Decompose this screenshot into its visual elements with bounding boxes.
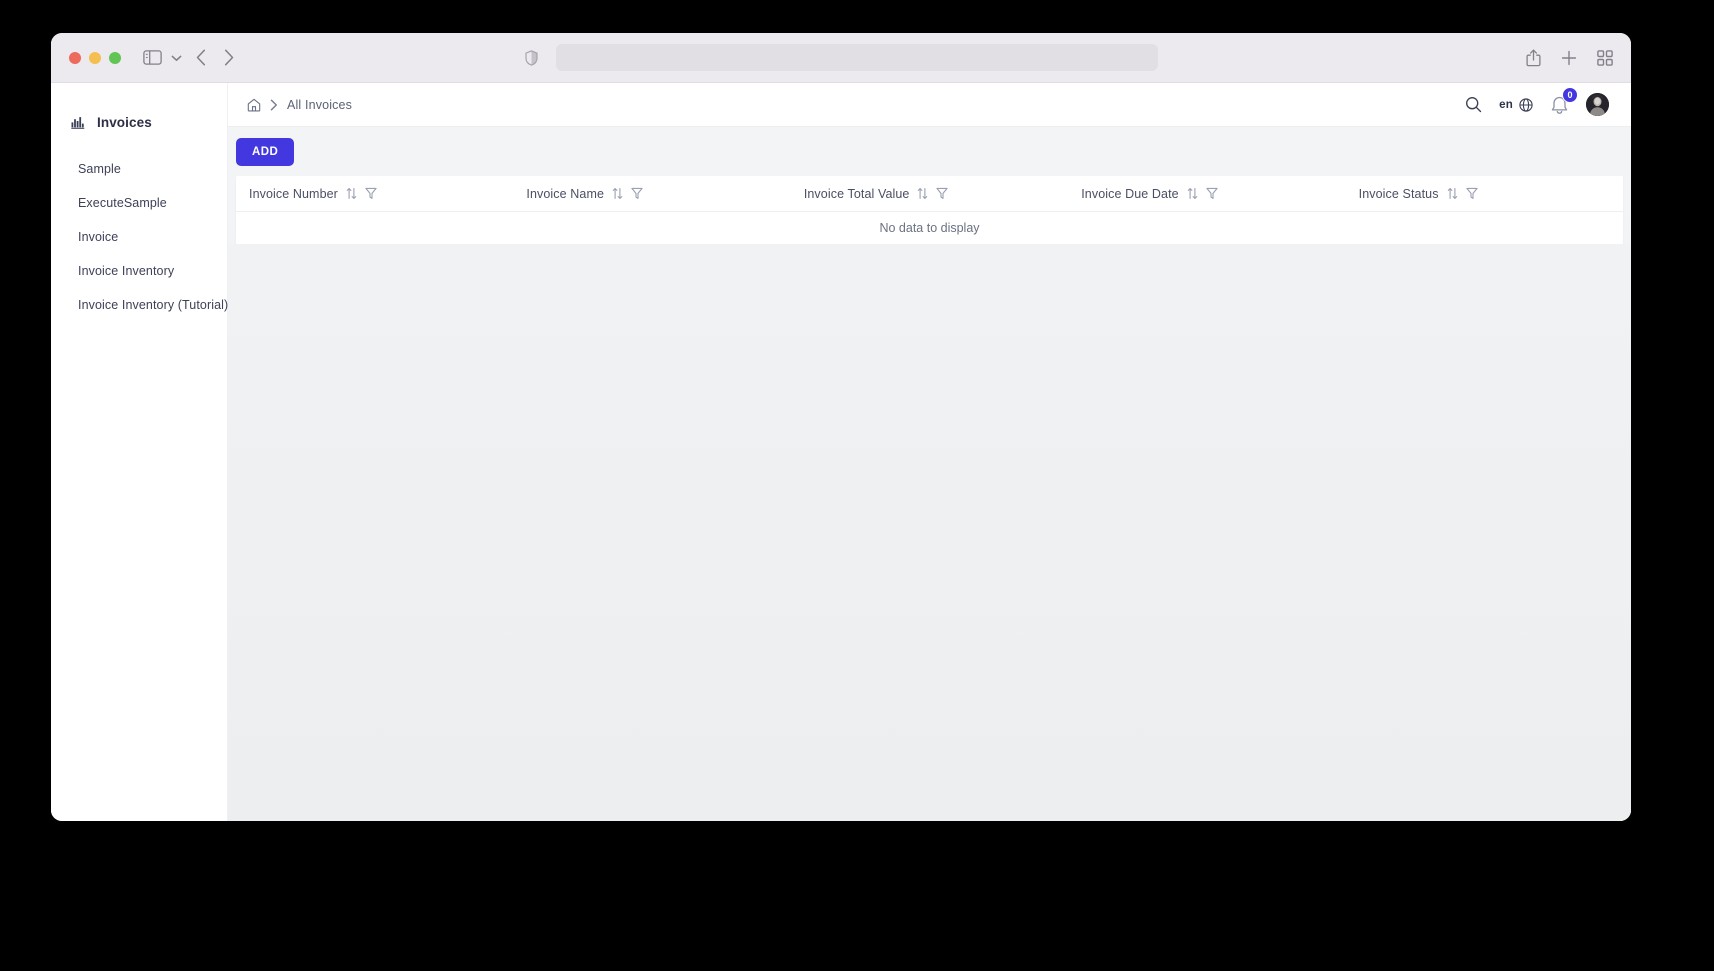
sort-icon[interactable] bbox=[917, 187, 928, 200]
filter-icon[interactable] bbox=[365, 187, 377, 200]
filter-icon[interactable] bbox=[936, 187, 949, 200]
sidebar-toggle-icon[interactable] bbox=[143, 50, 162, 65]
app-main: All Invoices en 0 ADD Invoice Number Inv… bbox=[228, 83, 1631, 821]
sort-icon[interactable] bbox=[1187, 187, 1198, 200]
column-header-invoice-due-date: Invoice Due Date bbox=[1068, 187, 1345, 201]
sidebar-items: Sample ExecuteSample Invoice Invoice Inv… bbox=[51, 152, 228, 322]
column-header-invoice-total-value: Invoice Total Value bbox=[791, 187, 1068, 201]
bar-chart-icon bbox=[71, 116, 86, 129]
table-body-empty-area bbox=[228, 244, 1631, 821]
chevron-down-icon[interactable] bbox=[171, 54, 182, 62]
column-label: Invoice Name bbox=[526, 186, 605, 201]
new-tab-icon[interactable] bbox=[1561, 50, 1577, 66]
browser-window: Invoices Sample ExecuteSample Invoice In… bbox=[51, 33, 1631, 821]
sort-icon[interactable] bbox=[1447, 187, 1458, 200]
sidebar-item-executesample[interactable]: ExecuteSample bbox=[51, 186, 227, 220]
table-empty-message: No data to display bbox=[236, 212, 1623, 244]
sidebar-item-invoice-inventory[interactable]: Invoice Inventory bbox=[51, 254, 227, 288]
add-button[interactable]: ADD bbox=[236, 138, 295, 166]
column-label: Invoice Number bbox=[249, 186, 338, 201]
breadcrumb-separator-icon bbox=[270, 99, 278, 111]
tab-overview-icon[interactable] bbox=[1597, 49, 1613, 66]
header-actions: en 0 bbox=[1465, 86, 1609, 116]
filter-icon[interactable] bbox=[631, 187, 643, 200]
sidebar-item-invoice-inventory-tutorial[interactable]: Invoice Inventory (Tutorial) bbox=[51, 288, 228, 322]
back-button[interactable] bbox=[196, 49, 206, 66]
address-input[interactable] bbox=[555, 44, 1158, 71]
table-toolbar: ADD bbox=[228, 127, 1631, 176]
share-icon[interactable] bbox=[1526, 49, 1541, 67]
column-header-invoice-number: Invoice Number bbox=[236, 187, 513, 201]
breadcrumb-current[interactable]: All Invoices bbox=[287, 98, 352, 112]
avatar[interactable] bbox=[1586, 93, 1609, 116]
column-label: Invoice Due Date bbox=[1081, 186, 1179, 201]
browser-toolbar-actions bbox=[1526, 49, 1613, 67]
browser-navigation bbox=[196, 49, 234, 66]
column-label: Invoice Status bbox=[1358, 186, 1439, 201]
filter-icon[interactable] bbox=[1206, 187, 1218, 200]
window-traffic-lights bbox=[69, 51, 121, 64]
maximize-window-button[interactable] bbox=[109, 51, 121, 64]
sidebar-brand-label: Invoices bbox=[97, 115, 152, 130]
app-viewport: Invoices Sample ExecuteSample Invoice In… bbox=[51, 83, 1631, 821]
minimize-window-button[interactable] bbox=[89, 51, 101, 64]
sort-icon[interactable] bbox=[612, 187, 623, 200]
search-icon[interactable] bbox=[1465, 96, 1482, 113]
language-label: en bbox=[1499, 98, 1513, 111]
sidebar-item-invoice[interactable]: Invoice bbox=[51, 220, 227, 254]
home-icon[interactable] bbox=[247, 98, 261, 112]
globe-icon bbox=[1519, 97, 1533, 112]
browser-toolbar bbox=[51, 33, 1631, 83]
notifications-button[interactable]: 0 bbox=[1550, 86, 1578, 115]
sidebar-item-sample[interactable]: Sample bbox=[51, 152, 227, 186]
sort-icon[interactable] bbox=[346, 187, 357, 200]
shield-icon[interactable] bbox=[524, 49, 538, 66]
language-selector[interactable]: en bbox=[1499, 97, 1533, 112]
app-header: All Invoices en 0 bbox=[228, 83, 1631, 127]
content-area: ADD Invoice Number Invoice Name Invoice … bbox=[228, 127, 1631, 821]
address-bar-container bbox=[51, 44, 1631, 71]
sidebar-brand[interactable]: Invoices bbox=[51, 115, 227, 130]
column-label: Invoice Total Value bbox=[803, 186, 910, 201]
close-window-button[interactable] bbox=[69, 51, 81, 64]
invoices-table: Invoice Number Invoice Name Invoice Tota… bbox=[236, 176, 1623, 244]
notification-badge: 0 bbox=[1562, 86, 1578, 103]
breadcrumb: All Invoices bbox=[247, 98, 352, 112]
column-header-invoice-status: Invoice Status bbox=[1346, 187, 1623, 201]
app-sidebar: Invoices Sample ExecuteSample Invoice In… bbox=[51, 83, 228, 821]
forward-button[interactable] bbox=[224, 49, 234, 66]
filter-icon[interactable] bbox=[1465, 187, 1478, 200]
column-header-invoice-name: Invoice Name bbox=[513, 187, 790, 201]
table-header-row: Invoice Number Invoice Name Invoice Tota… bbox=[236, 176, 1623, 212]
